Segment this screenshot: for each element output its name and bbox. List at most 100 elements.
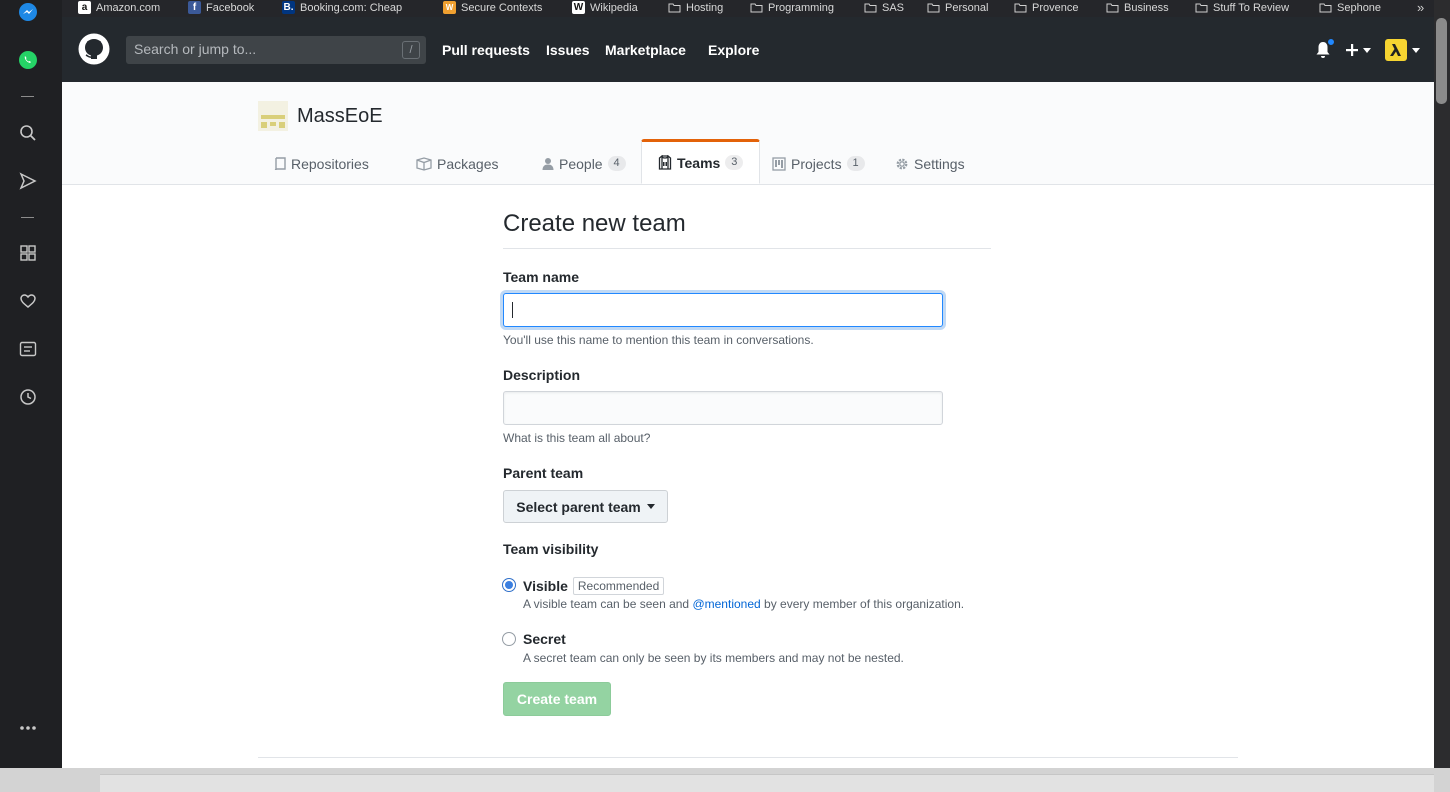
caret-down-icon (646, 504, 655, 509)
select-parent-team-button[interactable]: Select parent team (503, 490, 668, 523)
desc-text: by every member of this organization. (760, 597, 965, 611)
avatar (1385, 39, 1407, 61)
tab-people[interactable]: People 4 (526, 141, 642, 186)
bookmark-folder-stuff-to-review[interactable]: Stuff To Review (1195, 0, 1289, 15)
team-name-input[interactable] (503, 293, 943, 327)
bookmark-label: SAS (882, 1, 905, 14)
folder-icon (1319, 3, 1332, 13)
option-title: Secret (523, 631, 566, 647)
tab-packages[interactable]: Packages (400, 141, 514, 186)
person-icon (542, 157, 554, 170)
bookmark-folder-sas[interactable]: SAS (864, 0, 904, 15)
folder-icon (1014, 3, 1027, 13)
more-icon[interactable] (17, 717, 39, 739)
messenger-icon[interactable] (17, 1, 39, 23)
tab-repositories[interactable]: Repositories (258, 141, 385, 186)
bookmark-label: Wikipedia (590, 1, 638, 14)
mentioned-link[interactable]: @mentioned (692, 597, 760, 611)
folder-icon (668, 3, 681, 13)
visibility-secret-title[interactable]: Secret (523, 631, 566, 647)
bookmark-label: Secure Contexts (461, 1, 543, 14)
booking-icon: B. (282, 1, 295, 14)
bookmark-folder-programming[interactable]: Programming (750, 0, 834, 15)
nav-issues[interactable]: Issues (546, 42, 590, 58)
bell-icon (1315, 38, 1335, 59)
browser-sidebar (0, 0, 62, 768)
visibility-visible-desc: A visible team can be seen and @mentione… (523, 597, 964, 611)
bookmark-label: Facebook (206, 1, 255, 14)
tab-teams[interactable]: Teams 3 (641, 139, 761, 184)
gear-icon (896, 158, 908, 169)
page-title: Create new team (503, 210, 686, 237)
notification-dot (1327, 38, 1335, 46)
user-menu-dropdown[interactable] (1385, 39, 1420, 61)
org-avatar[interactable] (258, 101, 288, 131)
bookmark-facebook[interactable]: f Facebook (188, 0, 254, 15)
w3c-icon: W (443, 1, 456, 14)
facebook-icon: f (188, 1, 201, 14)
bookmark-label: Programming (768, 1, 835, 14)
tab-settings[interactable]: Settings (879, 141, 981, 186)
notifications-button[interactable] (1315, 38, 1335, 61)
bookmark-label: Sephone (1337, 1, 1382, 14)
tab-label: People (559, 155, 603, 172)
bookmark-folder-personal[interactable]: Personal (927, 0, 988, 15)
folder-icon (750, 3, 763, 13)
visibility-visible-radio[interactable] (502, 578, 516, 592)
tab-label: Projects (791, 155, 842, 172)
grid-icon[interactable] (17, 242, 39, 264)
slash-key-hint: / (402, 41, 420, 59)
folder-icon (864, 3, 877, 13)
bookmark-label: Stuff To Review (1213, 1, 1290, 14)
heart-icon[interactable] (17, 290, 39, 312)
caret-down-icon (1363, 47, 1371, 53)
bookmark-folder-provence[interactable]: Provence (1014, 0, 1078, 15)
team-name-note: You'll use this name to mention this tea… (503, 333, 814, 347)
send-icon[interactable] (17, 170, 39, 192)
desc-text: A visible team can be seen and (523, 597, 693, 611)
create-new-dropdown[interactable] (1345, 39, 1371, 61)
bookmark-label: Amazon.com (96, 1, 161, 14)
folder-icon (1106, 3, 1119, 13)
bookmark-wikipedia[interactable]: W Wikipedia (572, 0, 638, 15)
search-icon[interactable] (17, 122, 39, 144)
github-header: Search or jump to... / Pull requests Iss… (62, 17, 1434, 82)
clock-icon[interactable] (17, 386, 39, 408)
visibility-secret-radio[interactable] (502, 632, 516, 646)
bookmark-folder-business[interactable]: Business (1106, 0, 1169, 15)
window-scrollbar-thumb[interactable] (1436, 18, 1447, 104)
org-header: MassEoE Repositories Packages People 4 T… (62, 82, 1434, 185)
sidebar-divider (21, 96, 34, 97)
bookmark-folder-hosting[interactable]: Hosting (668, 0, 723, 15)
nav-pull-requests[interactable]: Pull requests (442, 42, 530, 58)
bookmark-folder-sephone[interactable]: Sephone (1319, 0, 1381, 15)
bookmark-amazon[interactable]: a Amazon.com (78, 0, 160, 15)
bookmark-booking[interactable]: B. Booking.com: Cheap (282, 0, 418, 15)
footer-divider (258, 757, 1238, 758)
notes-icon[interactable] (17, 338, 39, 360)
description-note: What is this team all about? (503, 431, 651, 445)
nav-marketplace[interactable]: Marketplace (605, 42, 686, 58)
page-content: MassEoE Repositories Packages People 4 T… (62, 82, 1434, 768)
visibility-secret-desc: A secret team can only be seen by its me… (523, 651, 904, 665)
nav-explore[interactable]: Explore (708, 42, 759, 58)
whatsapp-icon[interactable] (17, 49, 39, 71)
project-icon (772, 156, 786, 171)
description-input[interactable] (503, 391, 943, 425)
parent-team-label: Parent team (503, 465, 584, 481)
search-placeholder: Search or jump to... (134, 41, 257, 57)
create-team-button[interactable]: Create team (503, 682, 611, 716)
bookmark-secure-contexts[interactable]: W Secure Contexts (443, 0, 542, 15)
package-icon (416, 156, 432, 171)
tab-label: Packages (437, 155, 499, 172)
bookmarks-overflow-chevron-icon[interactable]: » (1417, 0, 1424, 15)
github-logo-icon[interactable] (78, 33, 110, 65)
wikipedia-icon: W (572, 1, 585, 14)
search-input[interactable]: Search or jump to... / (126, 36, 426, 64)
tab-label: Teams (677, 154, 721, 171)
tab-projects[interactable]: Projects 1 (756, 141, 881, 186)
window-scrollbar-track[interactable] (1434, 0, 1450, 768)
visibility-visible-title[interactable]: Visible Recommended (523, 577, 665, 595)
org-name[interactable]: MassEoE (297, 105, 383, 128)
plus-icon (1346, 44, 1358, 56)
